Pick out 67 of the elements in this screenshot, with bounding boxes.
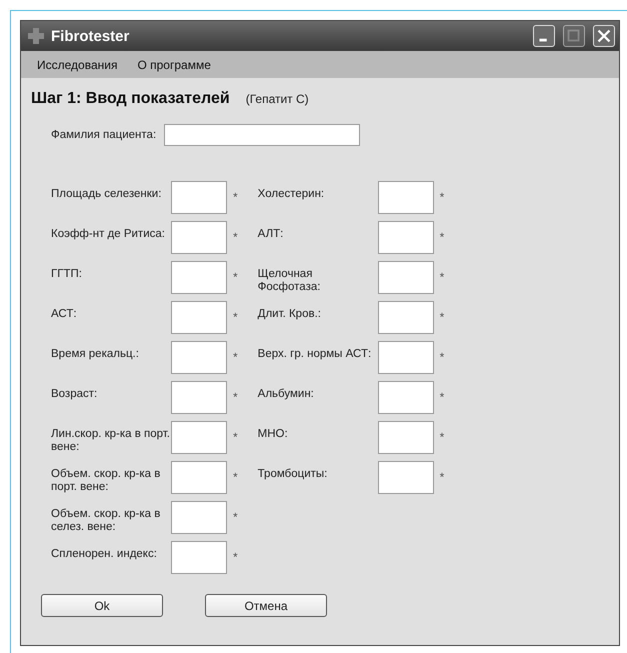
field-label: АЛТ: xyxy=(258,228,284,241)
required-mark: * xyxy=(440,310,444,324)
required-mark: * xyxy=(440,230,444,244)
field-label: Верх. гр. нормы АСТ: xyxy=(258,348,372,361)
field-label: Щелочная Фосфотаза: xyxy=(258,268,322,294)
field-label: Длит. Кров.: xyxy=(258,308,322,321)
minimize-button[interactable] xyxy=(533,25,555,47)
input-field[interactable] xyxy=(378,381,434,414)
input-field[interactable] xyxy=(171,341,227,374)
required-mark: * xyxy=(440,350,444,364)
required-mark: * xyxy=(440,470,444,484)
dialog-button[interactable]: Отмена xyxy=(205,594,327,617)
menu-item[interactable]: Исследования xyxy=(29,56,126,74)
close-button[interactable] xyxy=(593,25,615,47)
required-mark: * xyxy=(233,230,238,244)
menu-item[interactable]: О программе xyxy=(129,56,219,74)
required-mark: * xyxy=(440,430,444,444)
field-label: Объем. скор. кр-ка в порт. вене: xyxy=(51,468,162,494)
field-label: Лин.скор. кр-ка в порт. вене: xyxy=(51,428,171,454)
field-label: Площадь селезенки: xyxy=(51,188,162,201)
input-field[interactable] xyxy=(171,541,227,574)
input-field[interactable] xyxy=(378,221,434,254)
field-label: Коэфф-нт де Ритиса: xyxy=(51,228,166,241)
input-field[interactable] xyxy=(171,381,227,414)
field-label: Время рекальц.: xyxy=(51,348,140,361)
step-heading: Шаг 1: Ввод показателей xyxy=(31,90,230,108)
field-label: Альбумин: xyxy=(258,388,315,401)
required-mark: * xyxy=(233,510,238,524)
required-mark: * xyxy=(440,270,444,284)
field-label: Возраст: xyxy=(51,388,98,401)
input-field[interactable] xyxy=(378,421,434,454)
window-title: Fibrotester xyxy=(51,28,130,44)
required-mark: * xyxy=(233,190,238,204)
input-field[interactable] xyxy=(378,301,434,334)
field-label: Тромбоциты: xyxy=(258,468,328,481)
field-label: Холестерин: xyxy=(258,188,326,201)
step-subtitle: (Гепатит С) xyxy=(246,92,309,106)
field-label: Объем. скор. кр-ка в селез. вене: xyxy=(51,508,162,534)
maximize-button[interactable] xyxy=(563,25,585,47)
input-field[interactable] xyxy=(378,341,434,374)
input-field[interactable] xyxy=(378,461,434,494)
required-mark: * xyxy=(233,430,238,444)
field-label: Фамилия пациента: xyxy=(51,128,156,142)
field-label: ГГТП: xyxy=(51,268,83,281)
required-mark: * xyxy=(440,190,444,204)
input-field[interactable] xyxy=(378,261,434,294)
required-mark: * xyxy=(233,550,238,564)
required-mark: * xyxy=(440,390,444,404)
required-mark: * xyxy=(233,470,238,484)
required-mark: * xyxy=(233,350,238,364)
field-label: Спленорен. индекс: xyxy=(51,548,158,561)
input-field[interactable] xyxy=(171,421,227,454)
input-field[interactable] xyxy=(171,181,227,214)
dialog-button[interactable]: Ok xyxy=(41,594,163,617)
input-field[interactable] xyxy=(164,124,360,146)
input-field[interactable] xyxy=(171,461,227,494)
input-field[interactable] xyxy=(171,221,227,254)
input-field[interactable] xyxy=(171,301,227,334)
required-mark: * xyxy=(233,270,238,284)
input-field[interactable] xyxy=(171,261,227,294)
field-label: МНО: xyxy=(258,428,289,441)
required-mark: * xyxy=(233,390,238,404)
input-field[interactable] xyxy=(171,501,227,534)
app-icon xyxy=(27,27,45,45)
input-field[interactable] xyxy=(378,181,434,214)
required-mark: * xyxy=(233,310,238,324)
field-label: АСТ: xyxy=(51,308,78,321)
